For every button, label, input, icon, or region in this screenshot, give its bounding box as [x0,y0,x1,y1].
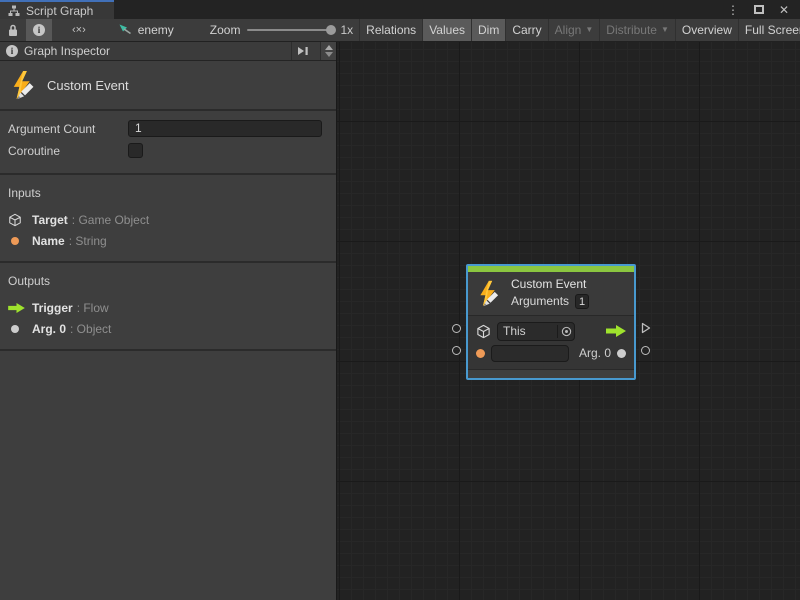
chevron-down-icon: ▼ [585,26,593,34]
flow-arrow-icon [606,325,626,337]
scroll-up-icon[interactable] [325,45,333,50]
outputs-header: Outputs [8,274,328,288]
tab-bar: Script Graph ⋮ ✕ [0,0,800,19]
object-port-icon [11,325,19,333]
graph-ref-icon [118,23,132,37]
maximize-inspector-button[interactable] [291,42,314,60]
target-object-select[interactable]: This [497,322,575,341]
custom-event-icon [10,70,40,100]
unit-fields: Argument Count 1 Coroutine [0,111,336,175]
node-footer [468,369,634,378]
name-input-field[interactable] [491,345,569,362]
node-target-row: This [468,320,634,342]
graph-toolbar: i ‹×› enemy Zoom 1x Relations Values [0,19,800,42]
carry-button[interactable]: Carry [505,19,547,41]
node-title: Custom Event [511,277,589,292]
info-icon: i [33,24,45,36]
dock-right-icon [297,46,309,56]
zoom-label: Zoom [210,23,241,37]
unit-title: Custom Event [47,78,129,93]
lock-button[interactable] [0,19,26,41]
full-screen-button[interactable]: Full Screen [738,19,800,41]
overflow-menu-icon[interactable]: ⋮ [727,3,739,17]
maximize-icon[interactable] [754,5,764,14]
tab-title: Script Graph [26,4,93,18]
window-controls: ⋮ ✕ [727,0,800,19]
arg0-label: Arg. 0 [579,346,611,360]
outputs-section: Outputs Trigger : Flow Arg. 0 : Object [0,263,336,351]
flow-arrow-icon [8,303,25,313]
chevron-down-icon: ▼ [661,26,669,34]
argument-count-input[interactable]: 1 [128,120,322,137]
argument-count-label: Argument Count [8,122,128,136]
inputs-header: Inputs [8,186,328,200]
object-port-icon [617,349,626,358]
input-port-name: Name : String [8,230,328,251]
coroutine-row: Coroutine [8,141,322,160]
inspect-toggle-button[interactable]: i [26,19,52,41]
zoom-slider[interactable] [247,29,333,31]
input-port-target: Target : Game Object [8,209,328,230]
string-port-icon [11,237,19,245]
inspector-scroll-spinner[interactable] [320,42,336,60]
values-button[interactable]: Values [422,19,471,41]
cube-icon [476,324,491,339]
argument-count-row: Argument Count 1 [8,119,322,138]
node-arguments-label: Arguments [511,294,569,309]
distribute-dropdown[interactable]: Distribute ▼ [599,19,675,41]
node-arguments-value[interactable]: 1 [575,294,589,309]
graph-inspector-header: i Graph Inspector [0,42,336,61]
coroutine-checkbox[interactable] [128,143,143,158]
align-dropdown[interactable]: Align ▼ [548,19,600,41]
overview-button[interactable]: Overview [675,19,738,41]
input-port-connector[interactable] [452,346,461,355]
output-port-arg0: Arg. 0 : Object [8,318,328,339]
script-graph-icon [8,5,20,17]
tab-script-graph[interactable]: Script Graph [0,0,114,19]
inputs-section: Inputs Target : Game Object Name : Strin… [0,175,336,263]
node-arg0-row: Arg. 0 [468,342,634,364]
code-preview-button[interactable]: ‹×› [52,19,106,41]
input-port-connector[interactable] [452,324,461,333]
info-icon: i [6,45,18,57]
graph-canvas[interactable]: Custom Event Arguments 1 This [337,42,800,600]
cube-icon [8,213,22,227]
close-icon[interactable]: ✕ [779,3,789,17]
coroutine-label: Coroutine [8,144,128,158]
graph-name: enemy [138,23,174,37]
zoom-control: Zoom 1x [210,23,359,37]
toolbar-button-group: Relations Values Dim Carry Align ▼ Distr… [359,19,800,41]
object-picker-icon[interactable] [561,326,572,337]
code-icon: ‹×› [59,24,99,36]
script-graph-window: Script Graph ⋮ ✕ i ‹×› enemy Zoom 1x [0,0,800,600]
zoom-value: 1x [340,23,353,37]
node-body: This Arg. 0 [468,316,634,369]
custom-event-node[interactable]: Custom Event Arguments 1 This [466,264,636,380]
string-port-icon [476,349,485,358]
node-header[interactable]: Custom Event Arguments 1 [468,272,634,316]
output-port-connector[interactable] [641,346,650,355]
graph-reference[interactable]: enemy [106,23,186,37]
custom-event-icon [477,280,504,307]
flow-output-connector[interactable] [641,322,651,334]
zoom-slider-knob[interactable] [326,25,336,35]
relations-button[interactable]: Relations [359,19,422,41]
graph-inspector-panel: i Graph Inspector Custom Event Argument … [0,42,337,600]
graph-inspector-title: Graph Inspector [24,44,285,58]
lock-icon [7,23,19,37]
dim-button[interactable]: Dim [471,19,505,41]
scroll-down-icon[interactable] [325,52,333,57]
output-port-trigger: Trigger : Flow [8,297,328,318]
unit-title-block: Custom Event [0,61,336,111]
